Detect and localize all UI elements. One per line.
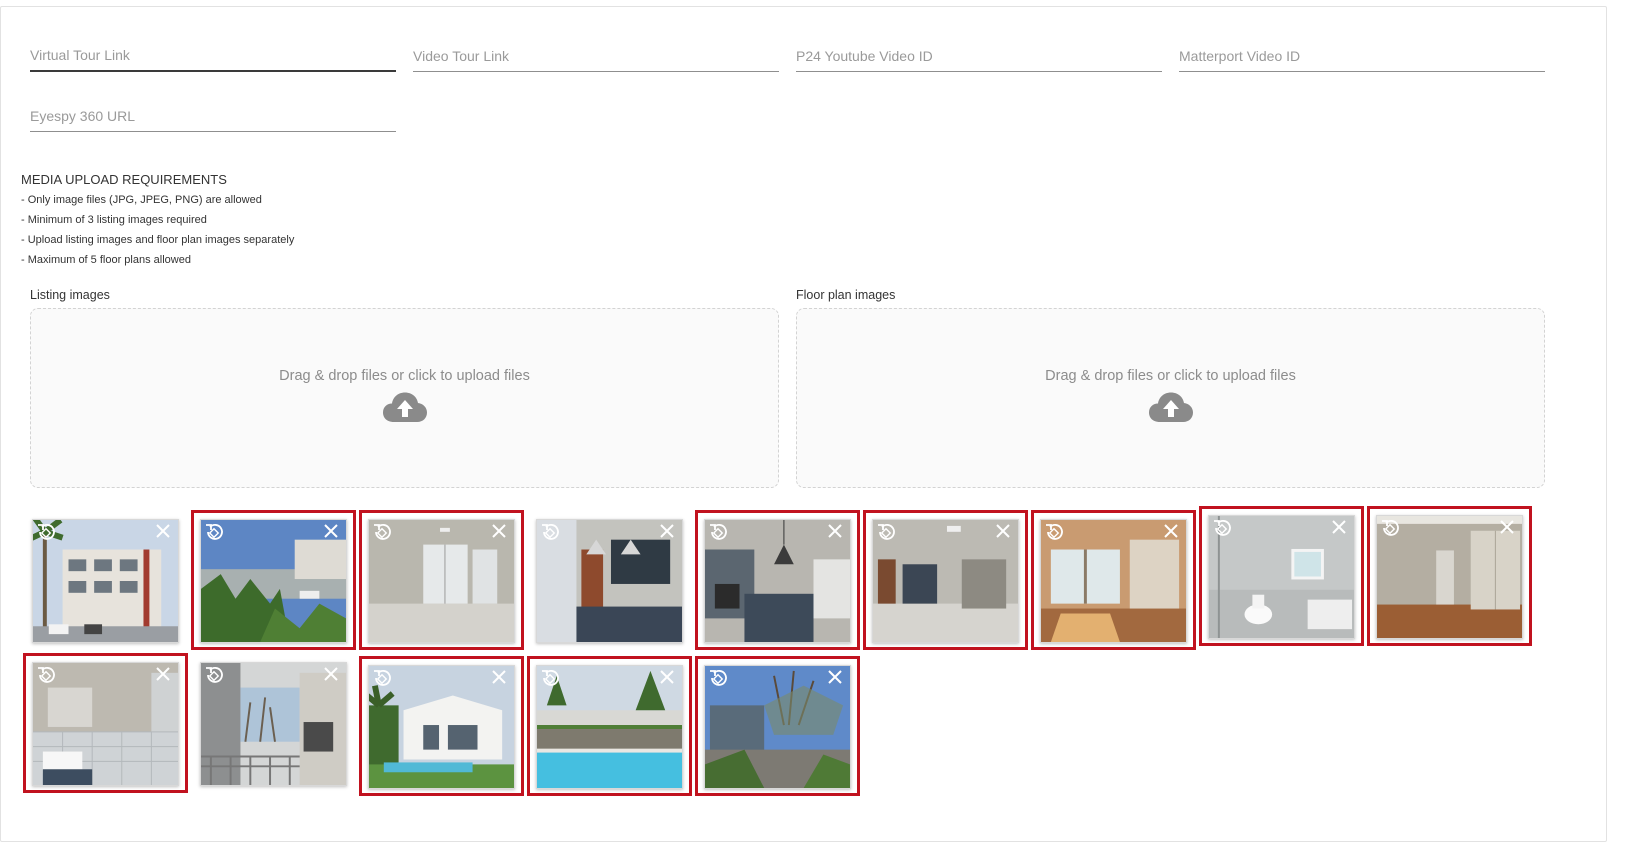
rotate-icon[interactable]: [204, 665, 224, 685]
rotate-icon[interactable]: [1380, 518, 1400, 538]
close-icon[interactable]: [659, 669, 675, 685]
close-icon[interactable]: [323, 666, 339, 682]
virtual-tour-field: [30, 42, 396, 72]
close-icon[interactable]: [995, 523, 1011, 539]
rotate-icon[interactable]: [708, 522, 728, 542]
rotate-icon[interactable]: [540, 522, 560, 542]
thumbnail-card[interactable]: [359, 510, 524, 650]
thumbnail-card[interactable]: [1367, 506, 1532, 646]
rotate-icon[interactable]: [708, 668, 728, 688]
requirement-item: - Only image files (JPG, JPEG, PNG) are …: [21, 194, 262, 206]
rotate-icon[interactable]: [36, 665, 56, 685]
listing-dropzone[interactable]: Drag & drop files or click to upload fil…: [30, 308, 779, 488]
rotate-icon[interactable]: [1212, 518, 1232, 538]
floor-plan-dropzone-text: Drag & drop files or click to upload fil…: [1045, 368, 1296, 384]
thumbnail-card[interactable]: [695, 510, 860, 650]
rotate-icon[interactable]: [540, 668, 560, 688]
thumbnail-card[interactable]: [191, 653, 356, 793]
thumbnail-card[interactable]: [527, 656, 692, 796]
p24-youtube-input[interactable]: [796, 42, 1162, 71]
virtual-tour-input[interactable]: [30, 42, 396, 70]
floor-plan-images-label: Floor plan images: [796, 288, 896, 302]
thumbnail-card[interactable]: [1031, 510, 1196, 650]
close-icon[interactable]: [491, 669, 507, 685]
thumbnail-card[interactable]: [23, 510, 188, 650]
video-tour-field: [413, 42, 779, 72]
close-icon[interactable]: [323, 523, 339, 539]
close-icon[interactable]: [1163, 523, 1179, 539]
close-icon[interactable]: [827, 523, 843, 539]
rotate-icon[interactable]: [36, 522, 56, 542]
close-icon[interactable]: [1499, 519, 1515, 535]
thumbnail-card[interactable]: [1199, 506, 1364, 646]
cloud-upload-icon: [1148, 392, 1193, 422]
thumbnail-card[interactable]: [695, 656, 860, 796]
requirement-item: - Minimum of 3 listing images required: [21, 214, 207, 226]
requirement-item: - Upload listing images and floor plan i…: [21, 234, 295, 246]
thumbnail-card[interactable]: [191, 510, 356, 650]
thumbnail-card[interactable]: [359, 656, 524, 796]
thumbnail-card[interactable]: [527, 510, 692, 650]
media-panel: MEDIA UPLOAD REQUIREMENTS - Only image f…: [0, 6, 1607, 842]
close-icon[interactable]: [1331, 519, 1347, 535]
requirement-item: - Maximum of 5 floor plans allowed: [21, 254, 191, 266]
close-icon[interactable]: [827, 669, 843, 685]
matterport-field: [1179, 42, 1545, 72]
close-icon[interactable]: [491, 523, 507, 539]
rotate-icon[interactable]: [372, 668, 392, 688]
close-icon[interactable]: [155, 666, 171, 682]
eyespy-field: [30, 102, 396, 132]
eyespy-input[interactable]: [30, 102, 396, 131]
cloud-upload-icon: [382, 392, 427, 422]
requirements-title: MEDIA UPLOAD REQUIREMENTS: [21, 172, 227, 187]
rotate-icon[interactable]: [1044, 522, 1064, 542]
close-icon[interactable]: [659, 523, 675, 539]
floor-plan-dropzone[interactable]: Drag & drop files or click to upload fil…: [796, 308, 1545, 488]
listing-images-label: Listing images: [30, 288, 110, 302]
listing-dropzone-text: Drag & drop files or click to upload fil…: [279, 368, 530, 384]
video-tour-input[interactable]: [413, 42, 779, 71]
thumbnail-card[interactable]: [23, 653, 188, 793]
rotate-icon[interactable]: [204, 522, 224, 542]
thumbnail-card[interactable]: [863, 510, 1028, 650]
close-icon[interactable]: [155, 523, 171, 539]
p24-youtube-field: [796, 42, 1162, 72]
rotate-icon[interactable]: [876, 522, 896, 542]
matterport-input[interactable]: [1179, 42, 1545, 71]
rotate-icon[interactable]: [372, 522, 392, 542]
